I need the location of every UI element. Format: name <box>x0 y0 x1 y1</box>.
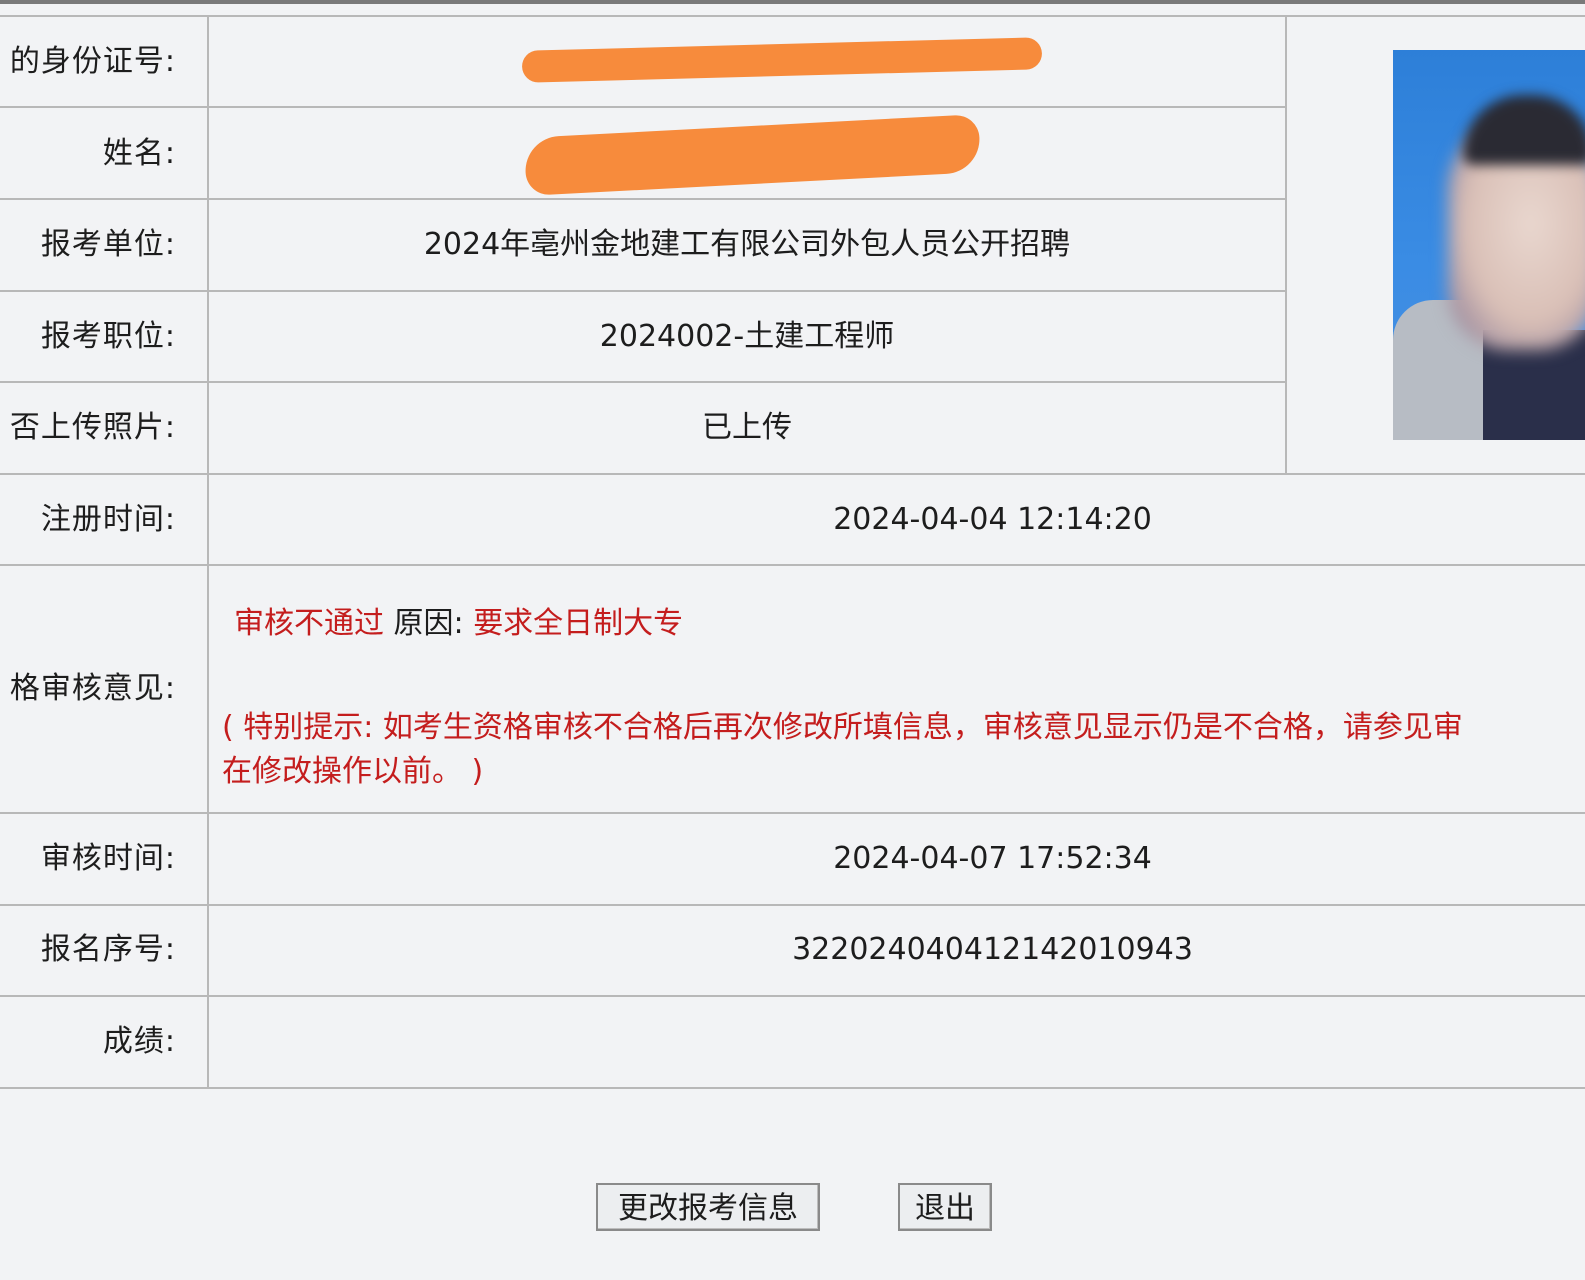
register-time-label: 注册时间: <box>40 502 176 537</box>
edit-application-button[interactable]: 更改报考信息 <box>596 1183 820 1231</box>
photo-uploaded-value: 已上传 <box>702 410 792 445</box>
serial-value: 3220240404121420109​43 <box>792 932 1193 967</box>
row-divider <box>0 381 1287 383</box>
photo-uploaded-label: 否上传照片: <box>9 410 176 445</box>
notice-line-2: 在修改操作以前。 ) <box>222 754 484 789</box>
info-table: 的身份证号: 姓名: 报考单位: 2024年亳州金地建工有限公司外包人员公开招聘… <box>0 0 1585 1100</box>
unit-value: 2024年亳州金地建工有限公司外包人员公开招聘 <box>423 227 1071 262</box>
special-notice: ( 特别提示: 如考生资格审核不合格后再次修改所填信息，审核意见显示仍是不合格，… <box>222 706 1585 794</box>
review-status: 审核不通过 <box>234 606 384 641</box>
redaction-mark <box>521 37 1043 83</box>
review-reason: 要求全日制大专 <box>473 606 684 641</box>
review-status-line: 审核不通过 原因: 要求全日制大专 <box>234 606 683 642</box>
row-divider <box>0 1087 1585 1089</box>
id-number-label: 的身份证号: <box>9 44 176 79</box>
review-time-value: 2024-04-07 17:52:34 <box>833 841 1152 876</box>
name-label: 姓名: <box>102 136 176 171</box>
unit-label: 报考单位: <box>40 227 176 262</box>
row-divider <box>0 904 1585 906</box>
row-divider <box>0 290 1287 292</box>
review-time-label: 审核时间: <box>40 841 176 876</box>
row-divider <box>0 995 1585 997</box>
score-label: 成绩: <box>102 1024 176 1059</box>
row-divider <box>0 564 1585 566</box>
row-divider <box>0 198 1287 200</box>
position-value: 2024002-土建工程师 <box>599 319 895 354</box>
row-divider <box>0 812 1585 814</box>
notice-line-1: ( 特别提示: 如考生资格审核不合格后再次修改所填信息，审核意见显示仍是不合格，… <box>222 710 1463 745</box>
applicant-photo <box>1393 50 1585 440</box>
row-divider <box>0 15 1585 17</box>
register-time-value: 2024-04-04 12:14:20 <box>833 502 1152 537</box>
position-label: 报考职位: <box>40 319 176 354</box>
row-divider <box>0 106 1287 108</box>
row-divider <box>0 473 1585 475</box>
column-divider <box>207 15 209 1089</box>
serial-label: 报名序号: <box>40 932 176 967</box>
reason-label: 原因: <box>384 606 474 641</box>
logout-button[interactable]: 退出 <box>898 1183 992 1231</box>
column-divider <box>1285 15 1287 475</box>
redaction-mark <box>523 114 982 196</box>
review-opinion-label: 格审核意见: <box>9 671 176 706</box>
